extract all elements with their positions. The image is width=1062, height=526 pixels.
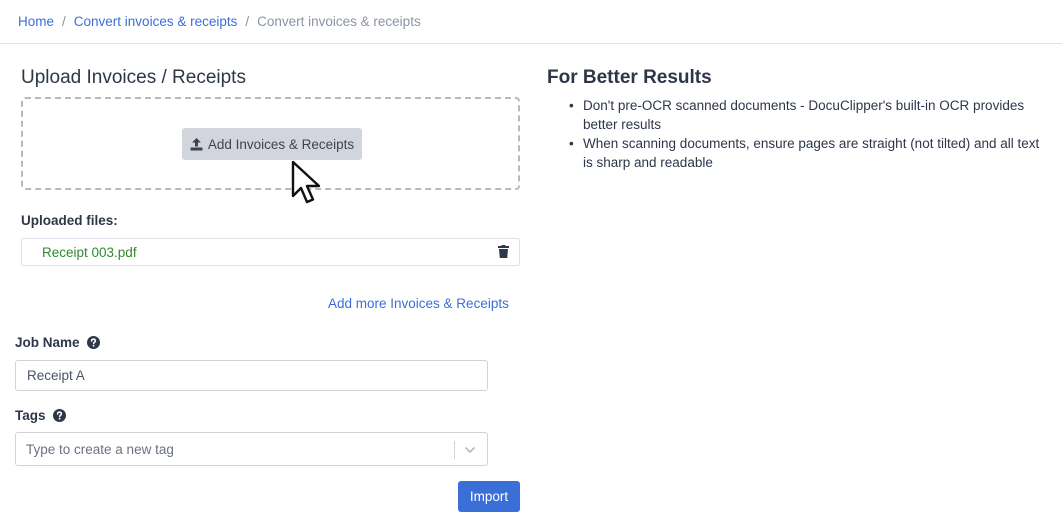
breadcrumb-separator: / [62, 14, 66, 29]
question-circle-icon[interactable] [52, 409, 66, 422]
add-invoices-button[interactable]: Add Invoices & Receipts [182, 128, 362, 160]
breadcrumb-home[interactable]: Home [18, 14, 54, 29]
import-button[interactable]: Import [458, 481, 520, 512]
job-name-input[interactable] [15, 360, 488, 391]
tags-placeholder: Type to create a new tag [26, 442, 174, 457]
breadcrumb-convert[interactable]: Convert invoices & receipts [74, 14, 238, 29]
tags-label-text: Tags [15, 408, 46, 423]
select-divider [454, 441, 455, 459]
uploaded-files-label: Uploaded files: [21, 213, 118, 228]
tip-item: Don't pre-OCR scanned documents - DocuCl… [569, 96, 1049, 134]
breadcrumb: Home / Convert invoices & receipts / Con… [0, 0, 1062, 44]
chevron-down-icon[interactable] [463, 443, 477, 457]
tip-item: When scanning documents, ensure pages ar… [569, 134, 1049, 172]
add-more-link[interactable]: Add more Invoices & Receipts [328, 296, 509, 311]
job-name-label-text: Job Name [15, 335, 80, 350]
upload-dropzone[interactable]: Add Invoices & Receipts [21, 97, 520, 190]
mouse-cursor-icon [291, 160, 321, 204]
tips-list: Don't pre-OCR scanned documents - DocuCl… [569, 96, 1049, 172]
breadcrumb-current: Convert invoices & receipts [257, 14, 421, 29]
breadcrumb-separator: / [245, 14, 250, 29]
page: Home / Convert invoices & receipts / Con… [0, 0, 1062, 526]
question-circle-icon[interactable] [86, 336, 100, 349]
better-results-title: For Better Results [547, 67, 712, 88]
trash-icon[interactable] [498, 245, 509, 258]
tags-select[interactable]: Type to create a new tag [15, 432, 488, 466]
tags-label: Tags [15, 408, 66, 423]
file-name: Receipt 003.pdf [42, 245, 137, 260]
uploaded-file-row: Receipt 003.pdf [21, 238, 520, 266]
upload-title: Upload Invoices / Receipts [21, 67, 246, 88]
job-name-label: Job Name [15, 335, 100, 350]
upload-icon [190, 137, 203, 150]
add-invoices-label: Add Invoices & Receipts [207, 136, 355, 152]
